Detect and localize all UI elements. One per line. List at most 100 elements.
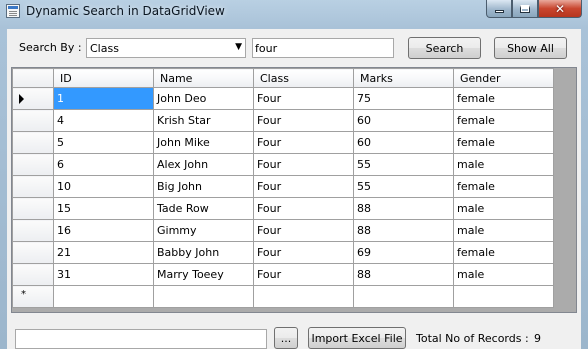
cell-class[interactable]: Four — [253, 175, 354, 198]
app-window: Dynamic Search in DataGridView ✕ Search … — [0, 0, 588, 349]
form-client-area: Search By : Class ▼ Search Show All ID N… — [7, 29, 581, 349]
corner-header[interactable] — [12, 68, 54, 88]
cell-name[interactable]: John Deo — [153, 87, 254, 110]
cell-marks[interactable]: 69 — [353, 241, 454, 264]
row-header[interactable] — [12, 87, 54, 110]
row-header[interactable] — [12, 241, 54, 264]
cell-gender[interactable]: male — [453, 219, 554, 242]
row-header[interactable] — [12, 263, 54, 286]
cell-id[interactable]: 31 — [53, 263, 154, 286]
table-row[interactable]: 16 Gimmy Four 88 male — [12, 219, 554, 242]
row-header[interactable] — [12, 131, 54, 154]
new-cell[interactable] — [153, 285, 254, 308]
table-row[interactable]: 1 John Deo Four 75 female — [12, 87, 554, 110]
title-bar[interactable]: Dynamic Search in DataGridView ✕ — [0, 0, 588, 22]
table-row[interactable]: 15 Tade Row Four 88 male — [12, 197, 554, 220]
header-row: ID Name Class Marks Gender — [12, 68, 554, 88]
cell-marks[interactable]: 55 — [353, 175, 454, 198]
cell-class[interactable]: Four — [253, 87, 354, 110]
cell-gender[interactable]: male — [453, 153, 554, 176]
cell-marks[interactable]: 88 — [353, 263, 454, 286]
cell-marks[interactable]: 55 — [353, 153, 454, 176]
cell-gender[interactable]: female — [453, 131, 554, 154]
minimize-button[interactable] — [486, 0, 512, 18]
close-button[interactable]: ✕ — [538, 0, 582, 18]
cell-id[interactable]: 4 — [53, 109, 154, 132]
search-by-label: Search By : — [19, 41, 82, 54]
cell-gender[interactable]: female — [453, 175, 554, 198]
cell-name[interactable]: Big John — [153, 175, 254, 198]
search-field-value: Class — [90, 42, 119, 55]
row-header[interactable] — [12, 109, 54, 132]
app-icon[interactable] — [6, 4, 20, 18]
cell-class[interactable]: Four — [253, 263, 354, 286]
table-row[interactable]: 21 Babby John Four 69 female — [12, 241, 554, 264]
cell-id[interactable]: 21 — [53, 241, 154, 264]
cell-class[interactable]: Four — [253, 219, 354, 242]
new-cell[interactable] — [53, 285, 154, 308]
data-grid[interactable]: ID Name Class Marks Gender 1 John Deo Fo… — [11, 67, 577, 313]
cell-name[interactable]: Babby John — [153, 241, 254, 264]
file-path-input[interactable] — [15, 329, 267, 349]
row-header[interactable] — [12, 219, 54, 242]
cell-marks[interactable]: 75 — [353, 87, 454, 110]
cell-name[interactable]: Gimmy — [153, 219, 254, 242]
cell-class[interactable]: Four — [253, 197, 354, 220]
cell-gender[interactable]: female — [453, 109, 554, 132]
cell-marks[interactable]: 60 — [353, 131, 454, 154]
browse-button[interactable]: ... — [274, 327, 298, 349]
column-header-class[interactable]: Class — [253, 68, 354, 88]
cell-gender[interactable]: male — [453, 263, 554, 286]
cell-class[interactable]: Four — [253, 131, 354, 154]
cell-class[interactable]: Four — [253, 109, 354, 132]
table-row[interactable]: 10 Big John Four 55 female — [12, 175, 554, 198]
column-header-gender[interactable]: Gender — [453, 68, 554, 88]
cell-id[interactable]: 1 — [53, 87, 154, 110]
close-icon: ✕ — [554, 1, 566, 16]
table-row[interactable]: 31 Marry Toeey Four 88 male — [12, 263, 554, 286]
new-row-header[interactable]: * — [12, 285, 54, 308]
search-input[interactable] — [252, 38, 394, 58]
column-header-name[interactable]: Name — [153, 68, 254, 88]
column-header-marks[interactable]: Marks — [353, 68, 454, 88]
cell-name[interactable]: John Mike — [153, 131, 254, 154]
total-records-count: 9 — [534, 332, 541, 345]
row-header[interactable] — [12, 153, 54, 176]
import-excel-button[interactable]: Import Excel File — [308, 327, 406, 349]
column-header-id[interactable]: ID — [53, 68, 154, 88]
cell-marks[interactable]: 88 — [353, 197, 454, 220]
search-button[interactable]: Search — [408, 37, 481, 59]
cell-name[interactable]: Tade Row — [153, 197, 254, 220]
show-all-button[interactable]: Show All — [494, 37, 567, 59]
table-row[interactable]: 6 Alex John Four 55 male — [12, 153, 554, 176]
cell-gender[interactable]: male — [453, 197, 554, 220]
row-header[interactable] — [12, 175, 54, 198]
maximize-button[interactable] — [512, 0, 538, 18]
cell-id[interactable]: 10 — [53, 175, 154, 198]
cell-gender[interactable]: female — [453, 241, 554, 264]
search-field-select[interactable]: Class ▼ — [86, 38, 246, 58]
new-cell[interactable] — [453, 285, 554, 308]
cell-name[interactable]: Marry Toeey — [153, 263, 254, 286]
minimize-icon — [494, 10, 504, 13]
dropdown-arrow-icon[interactable]: ▼ — [235, 42, 242, 52]
cell-class[interactable]: Four — [253, 241, 354, 264]
row-header[interactable] — [12, 197, 54, 220]
cell-marks[interactable]: 88 — [353, 219, 454, 242]
data-grid-table: ID Name Class Marks Gender 1 John Deo Fo… — [12, 68, 554, 308]
window-controls: ✕ — [486, 0, 582, 18]
cell-id[interactable]: 6 — [53, 153, 154, 176]
new-cell[interactable] — [353, 285, 454, 308]
new-row[interactable]: * — [12, 285, 554, 308]
cell-id[interactable]: 5 — [53, 131, 154, 154]
cell-id[interactable]: 16 — [53, 219, 154, 242]
table-row[interactable]: 5 John Mike Four 60 female — [12, 131, 554, 154]
cell-name[interactable]: Alex John — [153, 153, 254, 176]
cell-id[interactable]: 15 — [53, 197, 154, 220]
table-row[interactable]: 4 Krish Star Four 60 female — [12, 109, 554, 132]
cell-class[interactable]: Four — [253, 153, 354, 176]
cell-marks[interactable]: 60 — [353, 109, 454, 132]
cell-gender[interactable]: female — [453, 87, 554, 110]
new-cell[interactable] — [253, 285, 354, 308]
cell-name[interactable]: Krish Star — [153, 109, 254, 132]
